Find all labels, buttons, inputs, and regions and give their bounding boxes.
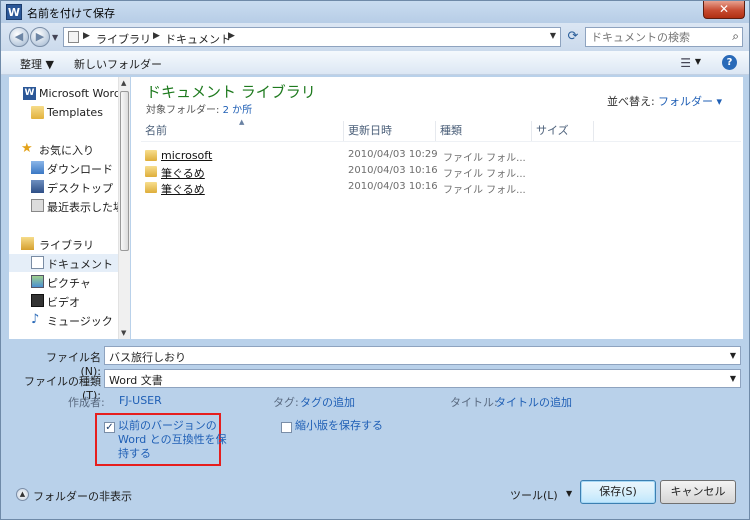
tags-label: タグ:: [273, 396, 299, 409]
column-header-size[interactable]: サイズ: [532, 121, 594, 141]
header-divider: [141, 141, 741, 142]
library-icon: [21, 237, 34, 250]
nav-item-downloads[interactable]: ダウンロード: [9, 159, 119, 177]
column-header-date[interactable]: 更新日時: [344, 121, 436, 141]
thumbnail-checkbox-label[interactable]: 縮小版を保存する: [295, 419, 383, 433]
new-folder-button[interactable]: 新しいフォルダー: [74, 56, 162, 72]
folder-icon: [145, 182, 157, 193]
view-dropdown-icon[interactable]: ▼: [695, 57, 701, 66]
filetype-value: Word 文書: [109, 374, 163, 387]
nav-item-microsoft-word[interactable]: W Microsoft Word: [9, 85, 121, 103]
refresh-icon[interactable]: ⟳: [564, 28, 582, 46]
chevron-right-icon[interactable]: ▶: [153, 31, 160, 41]
tags-value[interactable]: タグの追加: [300, 394, 355, 410]
library-locations: 対象フォルダー: 2 か所: [146, 105, 253, 116]
breadcrumb-documents[interactable]: ドキュメント: [165, 31, 231, 47]
video-icon: [31, 294, 44, 307]
view-options-icon[interactable]: ☰: [680, 56, 691, 70]
compat-checkbox-label[interactable]: 以前のバージョンの Word との互換性を保 持する: [118, 419, 227, 461]
nav-item-pictures[interactable]: ピクチャ: [9, 273, 119, 291]
nav-item-documents[interactable]: ドキュメント: [9, 254, 119, 272]
file-row[interactable]: microsoft 2010/04/03 10:29 ファイル フォル...: [143, 148, 723, 164]
window-title: 名前を付けて保存: [27, 7, 115, 20]
thumbnail-checkbox[interactable]: [281, 422, 292, 433]
word-icon: W: [23, 87, 36, 100]
title-value[interactable]: タイトルの追加: [495, 394, 572, 410]
downloads-icon: [31, 161, 44, 174]
column-header-name[interactable]: 名前: [141, 121, 344, 141]
recent-places-icon: [31, 199, 44, 212]
author-value[interactable]: FJ-USER: [119, 394, 162, 407]
folder-icon: [145, 166, 157, 177]
close-button[interactable]: ✕: [703, 1, 745, 19]
folder-icon: [31, 106, 44, 119]
address-bar[interactable]: ▶ ライブラリ ▶ ドキュメント ▶ ▼: [63, 27, 561, 47]
command-bar: 整理 ▼ 新しいフォルダー ☰ ▼ ?: [1, 51, 749, 75]
address-row: ◀ ▶ ▼ ▶ ライブラリ ▶ ドキュメント ▶ ▼ ⟳ ⌕: [1, 23, 749, 51]
history-dropdown-icon[interactable]: ▼: [52, 33, 58, 42]
back-button[interactable]: ◀: [9, 27, 29, 47]
file-row[interactable]: 筆ぐるめ 2010/04/03 10:16 ファイル フォル...: [143, 180, 723, 196]
location-icon: [68, 31, 79, 43]
save-button[interactable]: 保存(S): [580, 480, 656, 504]
search-input[interactable]: [591, 29, 721, 46]
chevron-right-icon[interactable]: ▶: [83, 31, 90, 41]
organize-button[interactable]: 整理 ▼: [20, 56, 54, 72]
star-icon: ★: [21, 141, 33, 156]
nav-item-templates[interactable]: Templates: [9, 104, 119, 122]
nav-item-videos[interactable]: ビデオ: [9, 292, 119, 310]
nav-item-favorites[interactable]: ★ お気に入り: [9, 140, 119, 158]
search-box[interactable]: ⌕: [585, 27, 743, 47]
cancel-button[interactable]: キャンセル: [660, 480, 736, 504]
forward-button[interactable]: ▶: [30, 27, 50, 47]
nav-item-libraries[interactable]: ライブラリ: [9, 235, 119, 253]
scrollbar-thumb[interactable]: [120, 91, 129, 251]
breadcrumb-library[interactable]: ライブラリ: [96, 31, 151, 47]
tools-button[interactable]: ツール(L): [510, 487, 558, 503]
file-row[interactable]: 筆ぐるめ 2010/04/03 10:16 ファイル フォル...: [143, 164, 723, 180]
word-app-icon: W: [6, 4, 22, 20]
sort-dropdown[interactable]: フォルダー ▾: [658, 93, 722, 109]
filename-field[interactable]: バス旅行しおり ▼: [104, 346, 741, 365]
folder-icon: [145, 150, 157, 161]
column-header-type[interactable]: 種類: [436, 121, 532, 141]
navigation-pane: W Microsoft Word Templates ★ お気に入り ダウンロー…: [9, 77, 130, 339]
pictures-icon: [31, 275, 44, 288]
sort-label: 並べ替え:: [607, 95, 655, 108]
desktop-icon: [31, 180, 44, 193]
nav-item-recent-places[interactable]: 最近表示した場所: [9, 197, 129, 215]
filename-value: バス旅行しおり: [109, 351, 186, 364]
music-icon: ♪: [31, 312, 40, 327]
locations-link[interactable]: 2 か所: [223, 105, 253, 116]
chevron-up-icon: ▲: [16, 488, 29, 501]
chevron-right-icon[interactable]: ▶: [228, 31, 235, 41]
filetype-select[interactable]: Word 文書 ▼: [104, 369, 741, 388]
file-list-pane: ドキュメント ライブラリ 対象フォルダー: 2 か所 並べ替え: フォルダー ▾…: [131, 77, 743, 339]
address-dropdown-icon[interactable]: ▼: [550, 31, 556, 40]
title-bar: W 名前を付けて保存 ✕: [1, 1, 749, 23]
title-label: タイトル:: [450, 396, 498, 409]
filename-dropdown-icon[interactable]: ▼: [730, 351, 736, 360]
search-icon[interactable]: ⌕: [732, 29, 739, 44]
filetype-dropdown-icon[interactable]: ▼: [730, 374, 736, 383]
nav-scrollbar[interactable]: ▲ ▼: [118, 77, 130, 339]
library-title: ドキュメント ライブラリ: [146, 83, 316, 101]
author-label: 作成者:: [68, 396, 105, 409]
nav-item-desktop[interactable]: デスクトップ: [9, 178, 119, 196]
document-icon: [31, 256, 44, 269]
save-as-dialog: W 名前を付けて保存 ✕ ◀ ▶ ▼ ▶ ライブラリ ▶ ドキュメント ▶ ▼ …: [0, 0, 750, 520]
nav-item-music[interactable]: ♪ ミュージック: [9, 311, 119, 329]
help-icon[interactable]: ?: [722, 55, 737, 70]
scroll-up-icon[interactable]: ▲: [121, 79, 126, 87]
compat-checkbox[interactable]: ✓: [104, 422, 115, 433]
tools-dropdown-icon[interactable]: ▼: [566, 489, 572, 498]
scroll-down-icon[interactable]: ▼: [121, 329, 126, 337]
